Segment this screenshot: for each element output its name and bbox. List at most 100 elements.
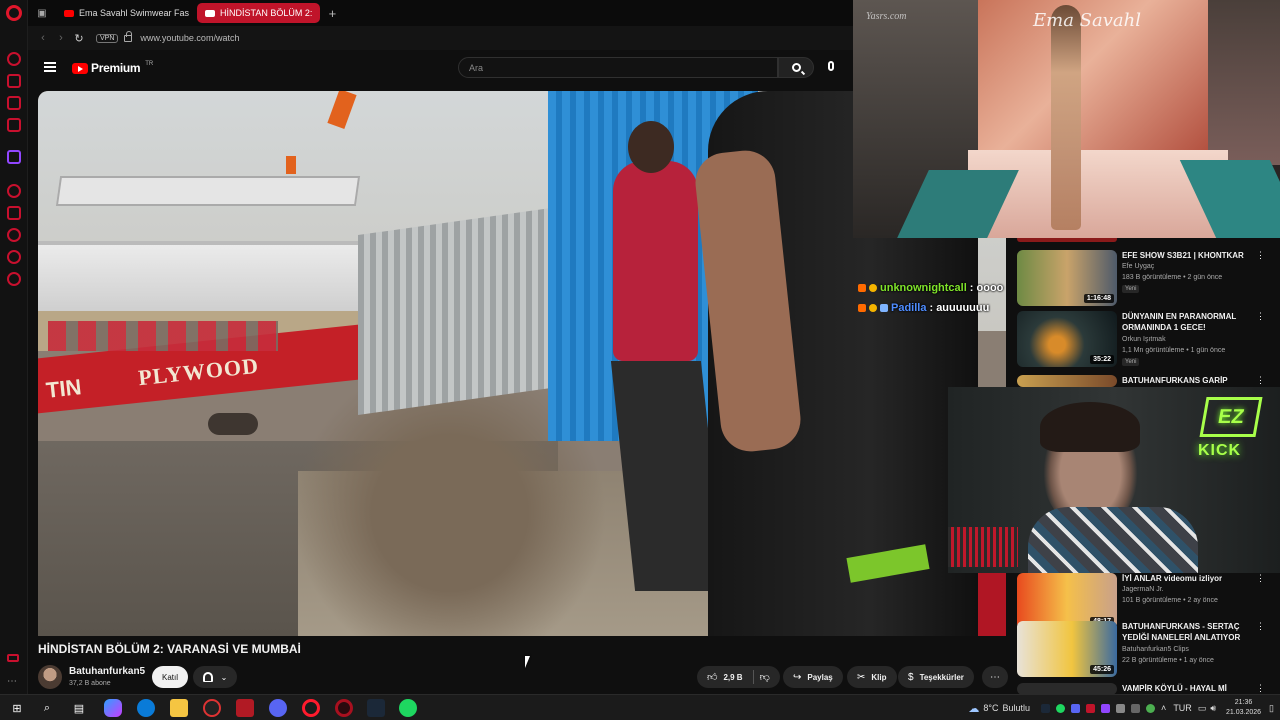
vpn-badge[interactable]: VPN xyxy=(96,33,119,43)
search-button[interactable] xyxy=(778,57,814,78)
thumbnail[interactable] xyxy=(1017,238,1117,242)
search-input[interactable]: Ara xyxy=(458,57,778,78)
microphone-icon[interactable] xyxy=(828,61,834,71)
join-button[interactable]: Katıl xyxy=(152,666,188,688)
app-icon[interactable] xyxy=(203,699,221,717)
channel-name[interactable]: Batuhanfurkan5 xyxy=(69,666,145,677)
workspace-icon[interactable]: ▣ xyxy=(28,3,56,23)
video-title[interactable]: BATUHANFURKANS GARİP xyxy=(1122,375,1247,386)
sidebar-mail-icon[interactable] xyxy=(7,118,21,132)
sidebar-gx-icon[interactable] xyxy=(7,654,19,662)
sidebar-aria-icon[interactable] xyxy=(7,74,21,88)
sidebar-extensions-icon[interactable] xyxy=(7,250,21,264)
opera-gx-icon[interactable] xyxy=(335,699,353,717)
task-view-icon[interactable]: ▤ xyxy=(70,699,88,717)
discord-icon[interactable] xyxy=(269,699,287,717)
more-icon[interactable]: ⋮ xyxy=(1256,683,1265,694)
windows-start-icon[interactable]: ⊞ xyxy=(8,699,26,717)
thumbnail[interactable]: 45:26 xyxy=(1017,621,1117,677)
tab-ema-savahl[interactable]: Ema Savahl Swimwear Fas xyxy=(56,3,197,23)
more-icon[interactable]: ⋮ xyxy=(1256,573,1265,584)
sidebar-history-icon[interactable] xyxy=(7,184,21,198)
steam-tray-icon[interactable] xyxy=(1041,703,1051,713)
notification-bell-button[interactable]: ⌄ xyxy=(193,666,237,688)
sidebar-twitch-icon[interactable] xyxy=(7,150,21,164)
video-title[interactable]: İYİ ANLAR videomu izliyor xyxy=(1122,573,1247,584)
app-tray-icon[interactable] xyxy=(1086,703,1096,713)
sidebar-speed-dial-icon[interactable] xyxy=(7,52,21,66)
video-title[interactable]: BATUHANFURKANS - SERTAÇ YEDİĞİ NANELERİ … xyxy=(1122,621,1247,643)
channel-name[interactable]: JagermaN Jr. xyxy=(1122,586,1164,593)
sidebar-clock-icon[interactable] xyxy=(7,228,21,242)
list-item[interactable] xyxy=(1017,238,1267,244)
like-button[interactable]: 👍︎ 2,9 B 👎︎ xyxy=(697,666,780,688)
steam-icon[interactable] xyxy=(367,699,385,717)
badge-icon xyxy=(869,304,877,312)
brand-logo: Ema Savahl xyxy=(1033,10,1141,31)
avatar[interactable] xyxy=(38,665,62,689)
new-tab-button[interactable]: + xyxy=(324,5,340,21)
weather-temp[interactable]: 8°C xyxy=(983,703,998,713)
language-indicator[interactable]: TUR xyxy=(1173,703,1192,713)
chevron-up-icon[interactable]: ˄ xyxy=(1161,703,1166,713)
video-title[interactable]: DÜNYANIN EN PARANORMAL ORMANINDA 1 GECE! xyxy=(1122,311,1247,333)
clip-button[interactable]: ✂ Klip xyxy=(847,666,897,688)
youtube-logo[interactable]: Premium TR xyxy=(72,61,153,75)
app-tray-icon[interactable] xyxy=(1101,703,1111,713)
sidebar-bookmarks-icon[interactable] xyxy=(7,206,21,220)
clock[interactable]: 21:36 21.03.2026 xyxy=(1218,698,1269,718)
menu-icon[interactable] xyxy=(44,62,56,72)
spotify-icon[interactable] xyxy=(399,699,417,717)
notification-icon[interactable]: ▯ xyxy=(1269,703,1274,714)
more-icon[interactable]: ⋮ xyxy=(1256,311,1265,322)
more-icon[interactable]: ⋮ xyxy=(1256,621,1265,632)
list-item[interactable]: BATUHANFURKANS GARİP ⋮ xyxy=(1017,375,1267,387)
channel-name[interactable]: Batuhanfurkan5 Clips xyxy=(1122,646,1189,653)
volume-icon[interactable]: 🔊︎ xyxy=(1210,703,1216,714)
video-editor-icon[interactable] xyxy=(236,699,254,717)
list-item[interactable]: VAMPİR KÖYLÜ - HAYAL Mİ ⋮ xyxy=(1017,683,1267,694)
clip-label: Klip xyxy=(871,672,887,682)
thumbnail[interactable]: 35:22 xyxy=(1017,311,1117,367)
sidebar-player-icon[interactable] xyxy=(7,96,21,110)
sidebar-settings-icon[interactable] xyxy=(7,272,21,286)
weather-label[interactable]: Bulutlu xyxy=(1003,703,1031,713)
list-item[interactable]: 45:26 BATUHANFURKANS - SERTAÇ YEDİĞİ NAN… xyxy=(1017,621,1267,679)
tab-hindistan[interactable]: HİNDİSTAN BÖLÜM 2: xyxy=(197,3,321,23)
app-tray-icon[interactable] xyxy=(1116,703,1126,713)
more-actions-button[interactable]: ⋯ xyxy=(982,666,1008,688)
back-icon[interactable]: ‹ xyxy=(34,32,52,44)
url-field[interactable]: www.youtube.com/watch xyxy=(140,33,239,43)
microphone-tray-icon[interactable] xyxy=(1131,703,1141,713)
discord-tray-icon[interactable] xyxy=(1071,703,1081,713)
list-item[interactable]: 35:22 DÜNYANIN EN PARANORMAL ORMANINDA 1… xyxy=(1017,311,1267,369)
list-item[interactable]: 1:16:48 EFE SHOW S3B21 | KHONTKAR Efe Uy… xyxy=(1017,250,1267,308)
network-icon[interactable]: ▭ xyxy=(1198,703,1207,714)
share-button[interactable]: ↪ Paylaş xyxy=(783,666,843,688)
picture-in-picture-player[interactable]: Yasrs.com Ema Savahl xyxy=(853,0,1280,238)
more-icon[interactable]: ⋮ xyxy=(1256,250,1265,261)
opera-icon[interactable] xyxy=(302,699,320,717)
search-icon[interactable]: ⌕ xyxy=(38,699,56,717)
file-explorer-icon[interactable] xyxy=(170,699,188,717)
opera-logo-icon[interactable] xyxy=(6,5,22,21)
lock-icon[interactable] xyxy=(124,30,133,42)
video-title[interactable]: EFE SHOW S3B21 | KHONTKAR xyxy=(1122,250,1247,261)
video-title[interactable]: VAMPİR KÖYLÜ - HAYAL Mİ xyxy=(1122,683,1247,694)
copilot-icon[interactable] xyxy=(104,699,122,717)
new-badge: Yeni xyxy=(1122,358,1140,366)
sidebar-more-icon[interactable]: ⋯ xyxy=(7,676,21,690)
edge-icon[interactable] xyxy=(137,699,155,717)
thumbnail[interactable]: 1:16:48 xyxy=(1017,250,1117,306)
reload-icon[interactable]: ↻ xyxy=(70,32,88,45)
thanks-button[interactable]: $ Teşekkürler xyxy=(898,666,974,688)
forward-icon[interactable]: › xyxy=(52,32,70,44)
spotify-tray-icon[interactable] xyxy=(1056,703,1066,713)
nvidia-tray-icon[interactable] xyxy=(1146,703,1156,713)
more-icon[interactable]: ⋮ xyxy=(1256,375,1265,386)
thumbs-down-icon[interactable]: 👎︎ xyxy=(760,671,770,683)
thumbnail[interactable] xyxy=(1017,375,1117,387)
channel-name[interactable]: Orkun Işıtmak xyxy=(1122,336,1166,343)
thumbnail[interactable] xyxy=(1017,683,1117,694)
channel-name[interactable]: Efe Uygaç xyxy=(1122,263,1154,270)
